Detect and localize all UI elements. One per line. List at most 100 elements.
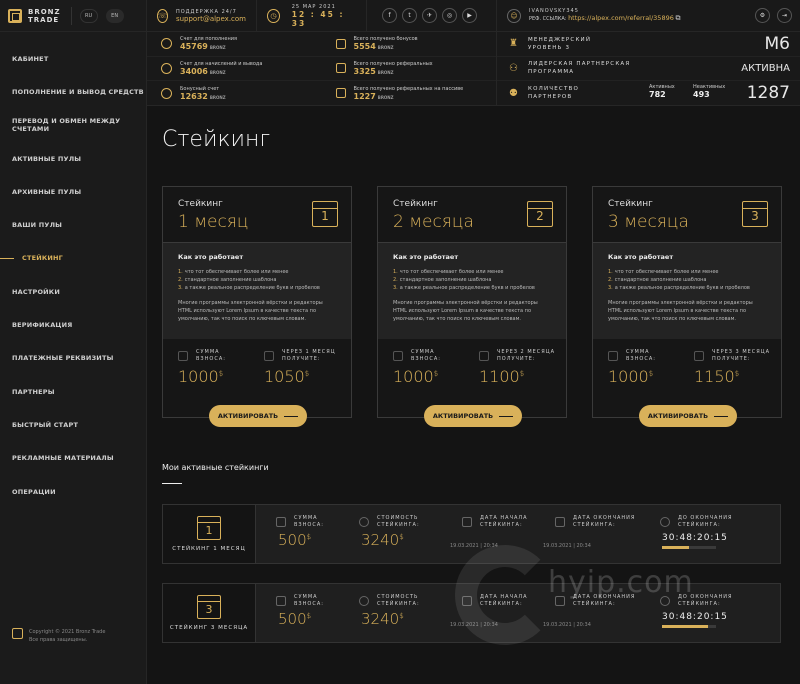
sidebar-item-quick-start[interactable]: БЫСТРЫЙ СТАРТ xyxy=(0,408,146,441)
coin-icon xyxy=(161,87,172,99)
list-item-text: что тот обеспечивает более или менее xyxy=(184,269,289,275)
sidebar-item-payment-details[interactable]: ПЛАТЕЖНЫЕ РЕКВИЗИТЫ xyxy=(0,342,146,375)
arrow-line-icon xyxy=(284,415,299,417)
cell-label: ДО ОКОНЧАНИЯ xyxy=(678,515,733,521)
sidebar-item-verification[interactable]: ВЕРИФИКАЦИЯ xyxy=(0,308,146,341)
youtube-icon[interactable]: ▶ xyxy=(462,8,477,23)
telegram-icon[interactable]: ✈ xyxy=(422,8,437,23)
balance-referral-total: Всего получено реферальных 3325 BRONZ xyxy=(322,57,497,81)
manager-level-value: M6 xyxy=(764,33,790,54)
balance-value: 45769 xyxy=(180,42,208,52)
headset-icon: ☏ xyxy=(157,8,168,23)
countdown-cell: ДО ОКОНЧАНИЯ СТЕЙКИНГА: 30:48:20:15 xyxy=(660,594,732,642)
arrow-line-icon xyxy=(499,415,514,417)
clock-icon: ◷ xyxy=(267,8,280,23)
sidebar-item-label: ПАРТНЕРЫ xyxy=(12,387,55,396)
amount-label: ПОЛУЧИТЕ: xyxy=(712,356,751,362)
list-item: 2. стандартное заполнение шаблона xyxy=(178,277,277,283)
sidebar-item-label: АРХИВНЫЕ ПУЛЫ xyxy=(12,187,82,196)
currency: $ xyxy=(304,369,310,378)
calendar-icon: 1 xyxy=(312,201,338,227)
activate-button-1[interactable]: АКТИВИРОВАТЬ xyxy=(209,405,307,427)
support-block[interactable]: ☏ ПОДДЕРЖКА 24/7 support@alpex.com xyxy=(147,0,257,31)
sidebar-item-label: БЫСТРЫЙ СТАРТ xyxy=(12,420,79,429)
cell-label: СУММА xyxy=(294,594,318,600)
lang-en-button[interactable]: EN xyxy=(105,8,124,23)
progress-fill xyxy=(662,546,689,549)
cell-label: СТЕЙКИНГА: xyxy=(377,522,420,528)
settings-icon[interactable]: ⚙ xyxy=(755,8,770,23)
lang-ru-button[interactable]: RU xyxy=(79,8,98,23)
social-links: f t ✈ ◎ ▶ xyxy=(367,0,497,31)
leader-program: ⚇ ЛИДЕРСКАЯ ПАРТНЕРСКАЯ ПРОГРАММА АКТИВНА xyxy=(497,57,800,82)
amount-value: 1000 xyxy=(178,367,219,386)
support-label: ПОДДЕРЖКА 24/7 xyxy=(175,8,237,15)
facebook-icon[interactable]: f xyxy=(382,8,397,23)
list-item: 1. что тот обеспечивает более или менее xyxy=(178,269,289,275)
sidebar-item-label: ОПЕРАЦИИ xyxy=(12,487,56,496)
progress-bar xyxy=(662,625,716,628)
countdown-timer: 30:48:20:15 xyxy=(662,612,728,622)
staking-name: СТЕЙКИНГ 3 МЕСЯЦА xyxy=(169,625,249,631)
instagram-icon[interactable]: ◎ xyxy=(442,8,457,23)
sidebar-item-label: ПОПОЛНЕНИЕ И ВЫВОД СРЕДСТВ xyxy=(12,87,144,96)
sidebar-item-deposit-withdraw[interactable]: ПОПОЛНЕНИЕ И ВЫВОД СРЕДСТВ xyxy=(0,75,146,108)
team-icon: ⚉ xyxy=(509,87,518,99)
cell-label: ДАТА ОКОНЧАНИЯ xyxy=(573,515,636,521)
sidebar-item-active-pools[interactable]: АКТИВНЫЕ ПУЛЫ xyxy=(0,142,146,175)
header: ☏ ПОДДЕРЖКА 24/7 support@alpex.com ◷ 25 … xyxy=(147,0,800,106)
leader-program-value: АКТИВНА xyxy=(741,62,790,74)
logout-icon[interactable]: ⇥ xyxy=(777,8,792,23)
balances: Счет для пополнения 45769 BRONZ Всего пол… xyxy=(147,32,497,106)
amount-label: ЧЕРЕЗ 2 МЕСЯЦА xyxy=(497,349,556,355)
amount-value: 1000 xyxy=(393,367,434,386)
amount-label: ВЗНОСА: xyxy=(196,356,226,362)
wallet-icon xyxy=(264,351,274,361)
cell-label: ДАТА НАЧАЛА xyxy=(480,515,528,521)
balance-unit: BRONZ xyxy=(377,94,394,100)
sidebar-item-label: РЕКЛАМНЫЕ МАТЕРИАЛЫ xyxy=(12,454,114,463)
sidebar-item-your-pools[interactable]: ВАШИ ПУЛЫ xyxy=(0,208,146,241)
list-item: 3. а также реальное распределение букв и … xyxy=(608,285,750,291)
sidebar-item-operations[interactable]: ОПЕРАЦИИ xyxy=(0,475,146,508)
end-date-cell: ДАТА ОКОНЧАНИЯ СТЕЙКИНГА: 19.03.2021 | 20… xyxy=(543,515,660,563)
sidebar-item-partners[interactable]: ПАРТНЕРЫ xyxy=(0,375,146,408)
stack-icon xyxy=(335,88,346,99)
calendar-start-icon xyxy=(462,517,472,527)
logo-icon[interactable] xyxy=(8,8,22,23)
card-description: Многие программы электронной вёрстки и р… xyxy=(393,300,538,322)
currency: $ xyxy=(306,533,312,541)
copyright-line2: Все права защищены. xyxy=(29,637,88,643)
list-item-text: а также реальное распределение букв и пр… xyxy=(399,285,535,291)
cost-cell: СТОИМОСТЬ СТЕЙКИНГА: 3240$ xyxy=(359,594,462,642)
button-label: АКТИВИРОВАТЬ xyxy=(217,412,279,420)
coins-icon xyxy=(393,351,403,361)
list-item: 1. что тот обеспечивает более или менее xyxy=(608,269,719,275)
activate-button-3[interactable]: АКТИВИРОВАТЬ xyxy=(639,405,737,427)
amount-label: ЧЕРЕЗ 3 МЕСЯЦА xyxy=(712,349,771,355)
twitter-icon[interactable]: t xyxy=(402,8,417,23)
cell-label: СТЕЙКИНГА: xyxy=(377,601,420,607)
copy-icon[interactable]: ⧉ xyxy=(675,14,680,22)
countdown-timer: 30:48:20:15 xyxy=(662,533,728,543)
balance-deposit: Счет для пополнения 45769 BRONZ xyxy=(147,32,322,56)
ref-link[interactable]: https://alpex.com/referral/35896 xyxy=(568,14,674,22)
amount-value: 1000 xyxy=(608,367,649,386)
brand-line2: TRADE xyxy=(28,15,60,24)
copyright-line1: Copyright © 2021 Bronz Trade xyxy=(29,629,106,635)
how-it-works-title: Как это работает xyxy=(393,253,459,261)
status-label: ПАРТНЕРОВ xyxy=(527,94,573,101)
deposit-cell: СУММА ВЗНОСА: 500$ xyxy=(276,515,359,563)
brand-name: BRONZ TRADE xyxy=(28,8,61,24)
sidebar-item-promo[interactable]: РЕКЛАМНЫЕ МАТЕРИАЛЫ xyxy=(0,442,146,475)
sidebar-item-staking[interactable]: СТЕЙКИНГ xyxy=(0,242,146,275)
currency: $ xyxy=(399,612,404,620)
sidebar-item-archive-pools[interactable]: АРХИВНЫЕ ПУЛЫ xyxy=(0,175,146,208)
sidebar: BRONZ TRADE RU EN КАБИНЕТ ПОПОЛНЕНИЕ И В… xyxy=(0,0,147,684)
sidebar-item-transfer[interactable]: ПЕРЕВОД И ОБМЕН МЕЖДУ СЧЕТАМИ xyxy=(0,109,146,142)
support-email[interactable]: support@alpex.com xyxy=(176,15,246,23)
sidebar-item-cabinet[interactable]: КАБИНЕТ xyxy=(0,42,146,75)
activate-button-2[interactable]: АКТИВИРОВАТЬ xyxy=(424,405,522,427)
coin-icon xyxy=(161,38,172,50)
sidebar-item-settings[interactable]: НАСТРОЙКИ xyxy=(0,275,146,308)
